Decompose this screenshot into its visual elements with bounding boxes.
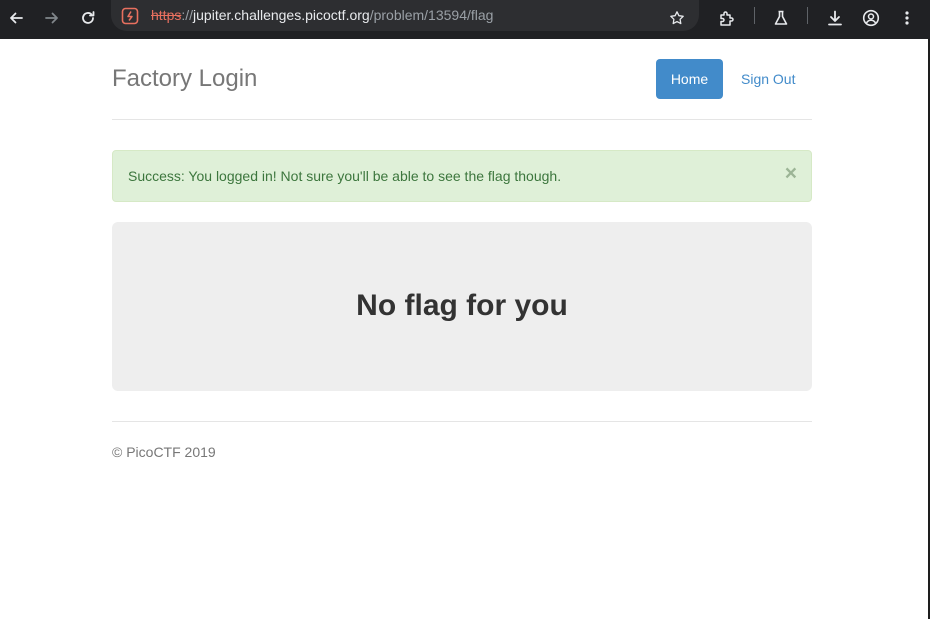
url-scheme: https [151, 7, 182, 23]
menu-button[interactable] [893, 4, 921, 32]
success-alert: Success: You logged in! Not sure you'll … [112, 150, 812, 202]
profile-button[interactable] [857, 4, 885, 32]
url-path: /problem/13594/flag [369, 7, 494, 23]
more-vert-icon [905, 11, 909, 25]
jumbotron-heading: No flag for you [356, 289, 568, 322]
bookmark-button[interactable] [663, 4, 691, 32]
reload-button[interactable] [74, 4, 102, 32]
reload-icon [82, 11, 95, 24]
not-secure-icon[interactable] [121, 7, 139, 25]
alert-message: Success: You logged in! Not sure you'll … [128, 168, 562, 184]
url-separator: :// [181, 7, 194, 23]
jumbotron: No flag for you [112, 222, 812, 391]
home-button[interactable]: Home [656, 59, 723, 99]
footer-divider [112, 421, 812, 422]
puzzle-icon [720, 11, 734, 26]
close-icon[interactable]: × [785, 163, 797, 185]
url-host: jupiter.challenges.picoctf.org [193, 7, 370, 23]
labs-button[interactable] [767, 4, 795, 32]
forward-button[interactable] [38, 4, 66, 32]
back-button[interactable] [2, 4, 30, 32]
arrow-left-icon [10, 12, 23, 24]
header-divider [112, 119, 812, 120]
nav-bar: Home Sign Out [656, 59, 795, 99]
sign-out-link[interactable]: Sign Out [741, 71, 795, 87]
extensions-button[interactable] [713, 4, 741, 32]
toolbar-divider [807, 7, 808, 24]
downloads-button[interactable] [821, 4, 849, 32]
download-icon [828, 10, 842, 26]
browser-toolbar: https://jupiter.challenges.picoctf.org/p… [0, 0, 930, 39]
page-title: Factory Login [112, 65, 258, 92]
page-content: Factory Login Home Sign Out Success: You… [0, 39, 930, 619]
address-bar[interactable]: https://jupiter.challenges.picoctf.org/p… [111, 0, 699, 31]
url-text[interactable]: https://jupiter.challenges.picoctf.org/p… [151, 7, 493, 24]
star-icon [670, 11, 684, 25]
flask-icon [774, 10, 788, 25]
toolbar-divider [754, 7, 755, 24]
footer-copyright: © PicoCTF 2019 [112, 444, 216, 460]
arrow-right-icon [45, 12, 58, 24]
account-icon [862, 9, 880, 27]
